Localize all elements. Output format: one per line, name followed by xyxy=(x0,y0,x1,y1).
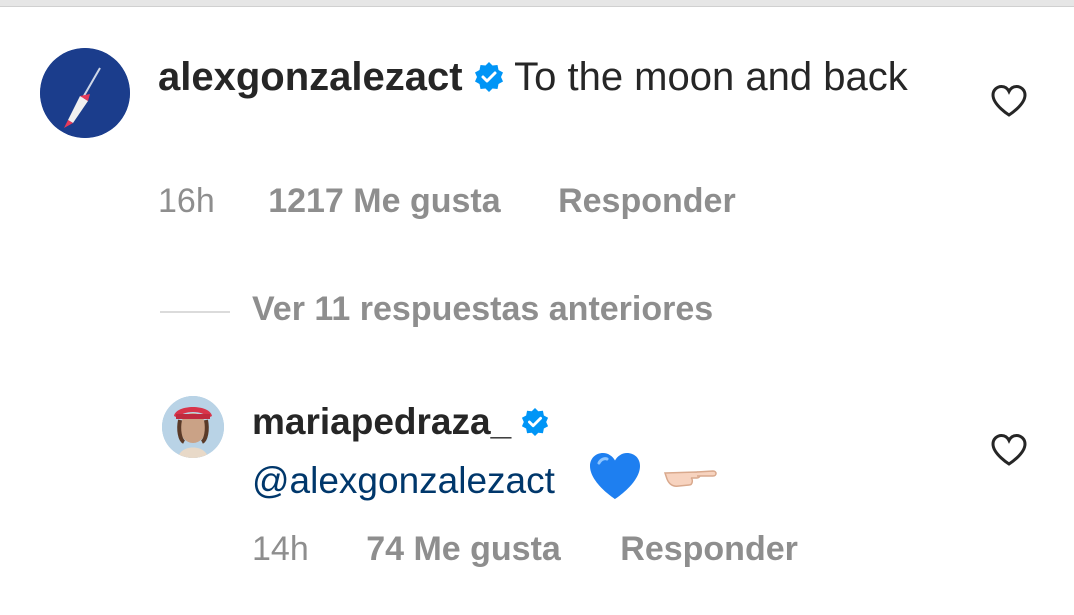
blue-heart-icon xyxy=(587,450,643,516)
like-heart-icon[interactable] xyxy=(990,84,1028,123)
timestamp: 14h xyxy=(252,530,309,568)
comment-text-block: alexgonzalezact To the moon and back xyxy=(158,50,938,106)
likes-count[interactable]: 1217 Me gusta xyxy=(268,182,500,221)
likes-count[interactable]: 74 Me gusta xyxy=(366,530,561,569)
rocket-icon xyxy=(40,48,130,138)
verified-badge-icon xyxy=(474,52,504,106)
username[interactable]: alexgonzalezact xyxy=(158,55,463,99)
top-divider-line xyxy=(0,6,1074,7)
comment-meta: 14h 74 Me gusta Responder xyxy=(252,530,798,569)
mention-link[interactable]: @alexgonzalezact xyxy=(252,460,555,501)
profile-photo xyxy=(162,396,224,458)
reply-button[interactable]: Responder xyxy=(620,530,798,569)
username[interactable]: mariapedraza_ xyxy=(252,401,511,442)
comment-meta: 16h 1217 Me gusta Responder xyxy=(158,182,736,221)
comment-text: To the moon and back xyxy=(514,55,908,99)
comment-header: mariapedraza_ xyxy=(252,398,549,448)
replies-divider xyxy=(160,311,230,313)
pointing-hand-icon xyxy=(661,457,721,509)
view-replies-button[interactable]: Ver 11 respuestas anteriores xyxy=(252,290,713,329)
timestamp: 16h xyxy=(158,182,215,220)
comment-text-block: @alexgonzalezact xyxy=(252,450,721,516)
like-heart-icon[interactable] xyxy=(990,433,1028,472)
verified-badge-icon xyxy=(521,400,549,448)
reply-button[interactable]: Responder xyxy=(558,182,736,221)
avatar[interactable] xyxy=(162,396,224,458)
avatar[interactable] xyxy=(40,48,130,138)
